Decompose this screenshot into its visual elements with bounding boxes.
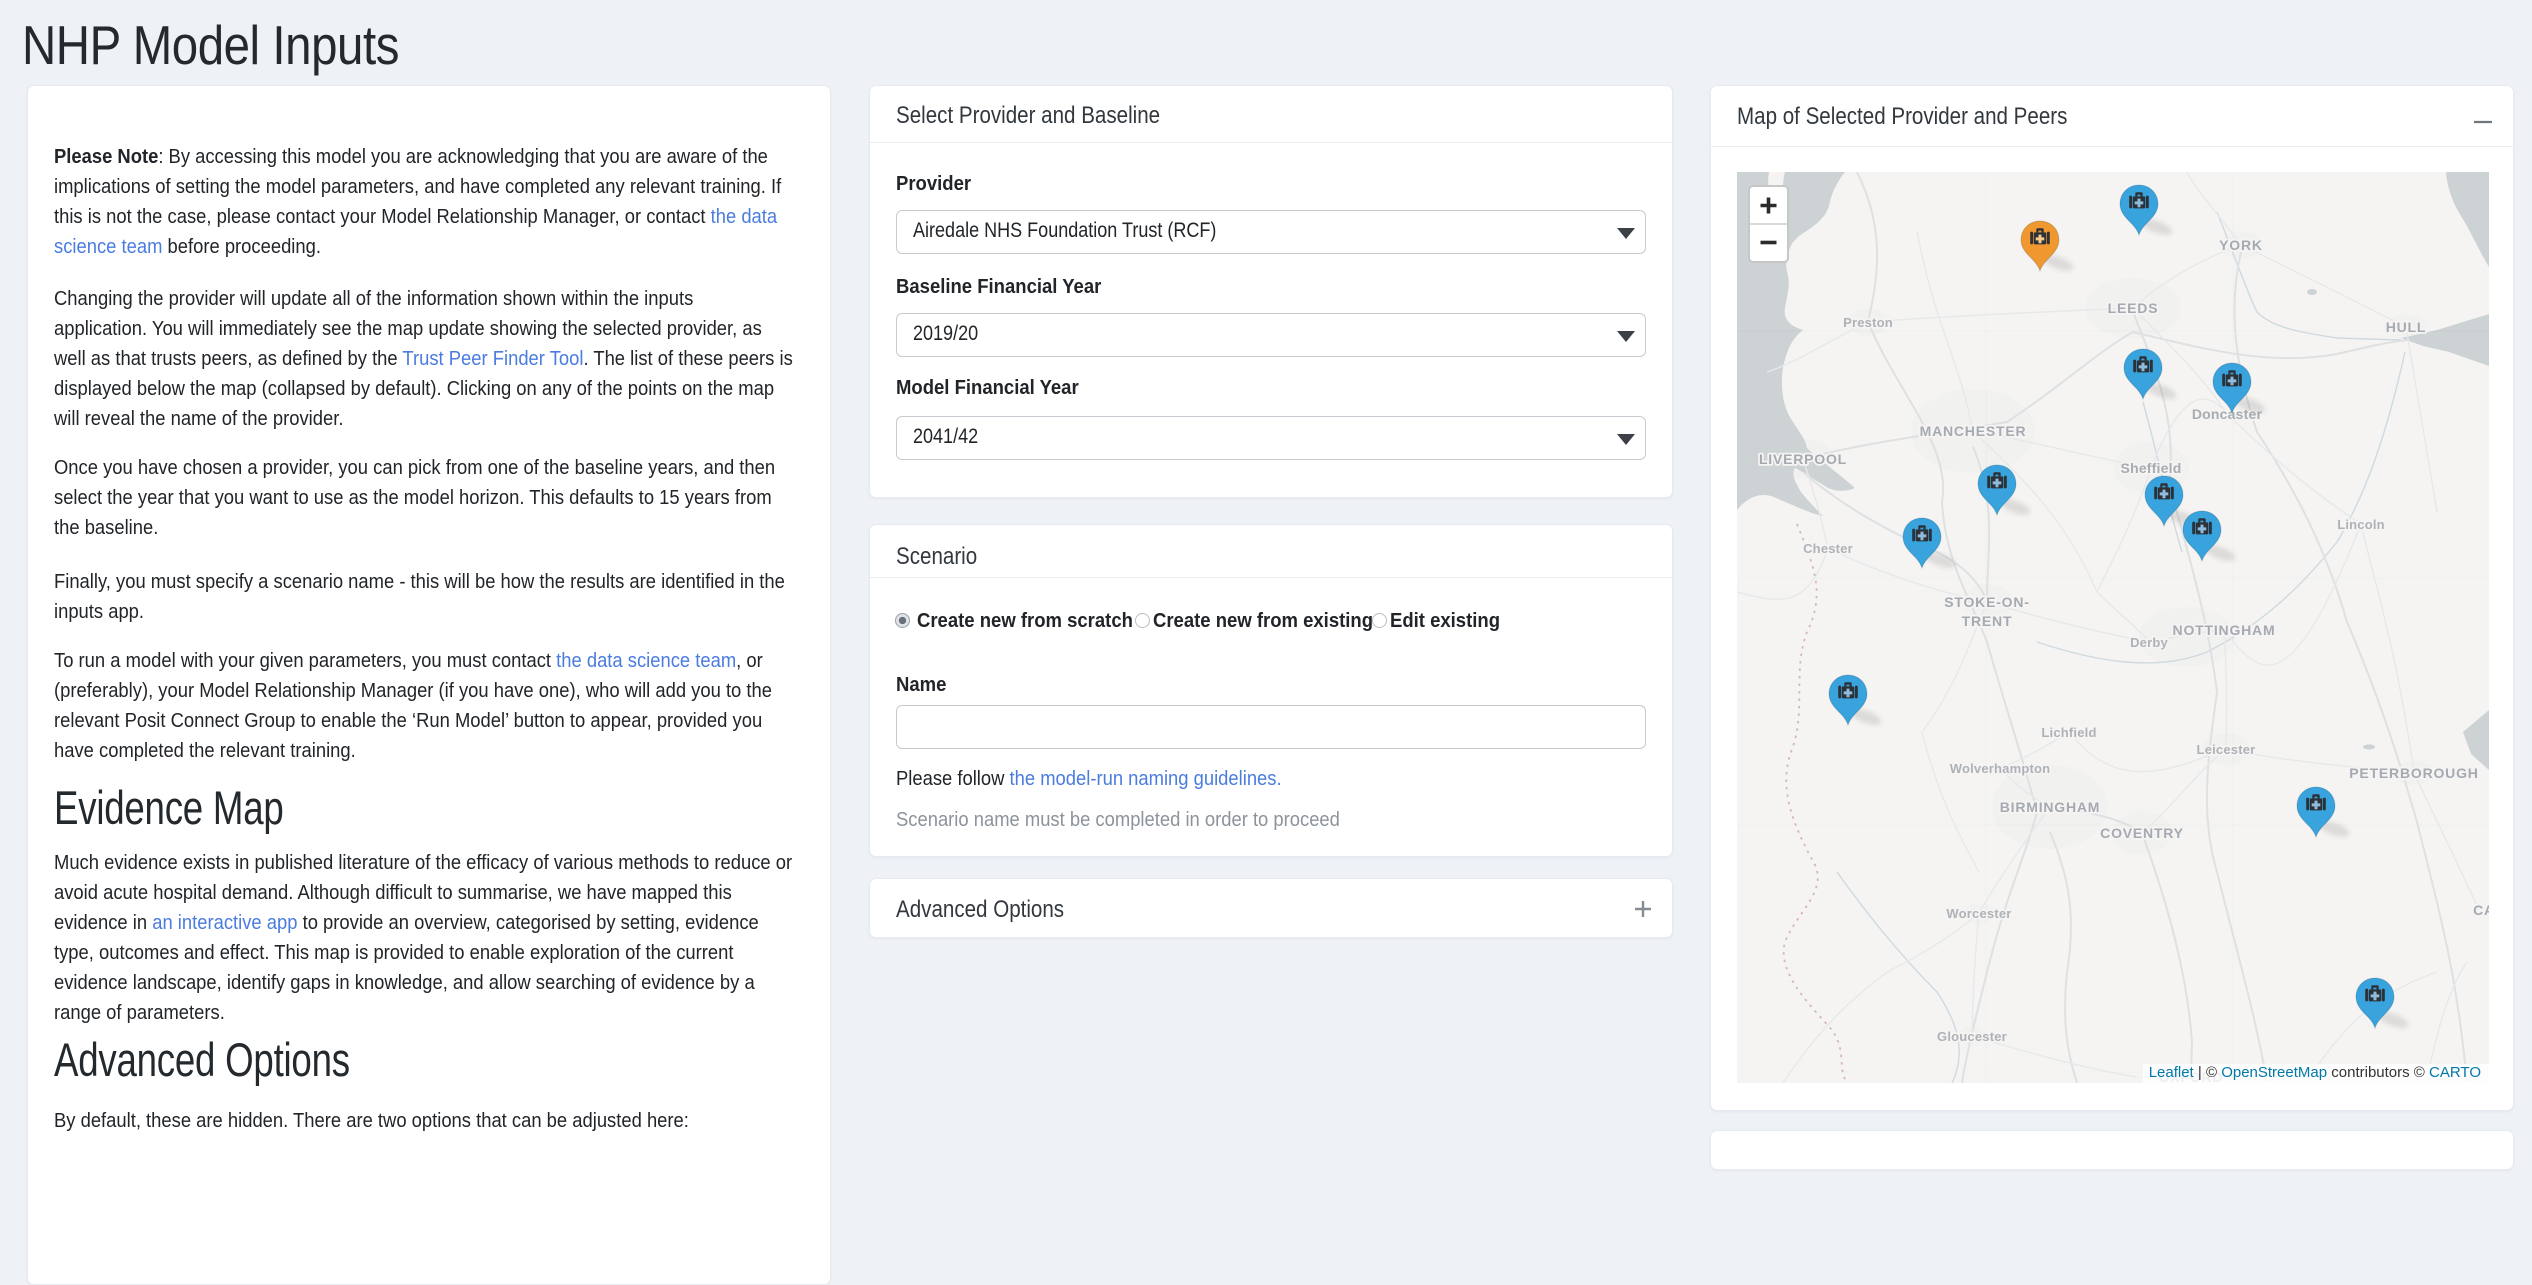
svg-text:CA: CA	[2473, 902, 2489, 918]
svg-text:Wolverhampton: Wolverhampton	[1950, 761, 2051, 776]
svg-text:MANCHESTER: MANCHESTER	[1920, 423, 2027, 439]
svg-text:Sheffield: Sheffield	[2121, 460, 2182, 476]
svg-text:NOTTINGHAM: NOTTINGHAM	[2173, 622, 2276, 638]
svg-text:Derby: Derby	[2130, 635, 2168, 650]
svg-text:Leicester: Leicester	[2197, 742, 2256, 757]
svg-text:LIVERPOOL: LIVERPOOL	[1759, 451, 1847, 467]
svg-text:BIRMINGHAM: BIRMINGHAM	[2000, 799, 2101, 815]
svg-text:TRENT: TRENT	[1962, 613, 2013, 629]
svg-text:Preston: Preston	[1843, 315, 1893, 330]
svg-text:STOKE-ON-: STOKE-ON-	[1944, 594, 2030, 610]
svg-text:Lincoln: Lincoln	[2337, 517, 2385, 532]
svg-text:YORK: YORK	[2219, 237, 2263, 253]
svg-text:Lichfield: Lichfield	[2041, 725, 2096, 740]
svg-text:Worcester: Worcester	[1946, 906, 2011, 921]
svg-text:Gloucester: Gloucester	[1937, 1029, 2007, 1044]
svg-text:COVENTRY: COVENTRY	[2100, 825, 2184, 841]
svg-text:HULL: HULL	[2386, 319, 2427, 335]
svg-text:PETERBOROUGH: PETERBOROUGH	[2349, 765, 2478, 781]
svg-text:LEEDS: LEEDS	[2108, 300, 2159, 316]
svg-text:Chester: Chester	[1803, 541, 1853, 556]
